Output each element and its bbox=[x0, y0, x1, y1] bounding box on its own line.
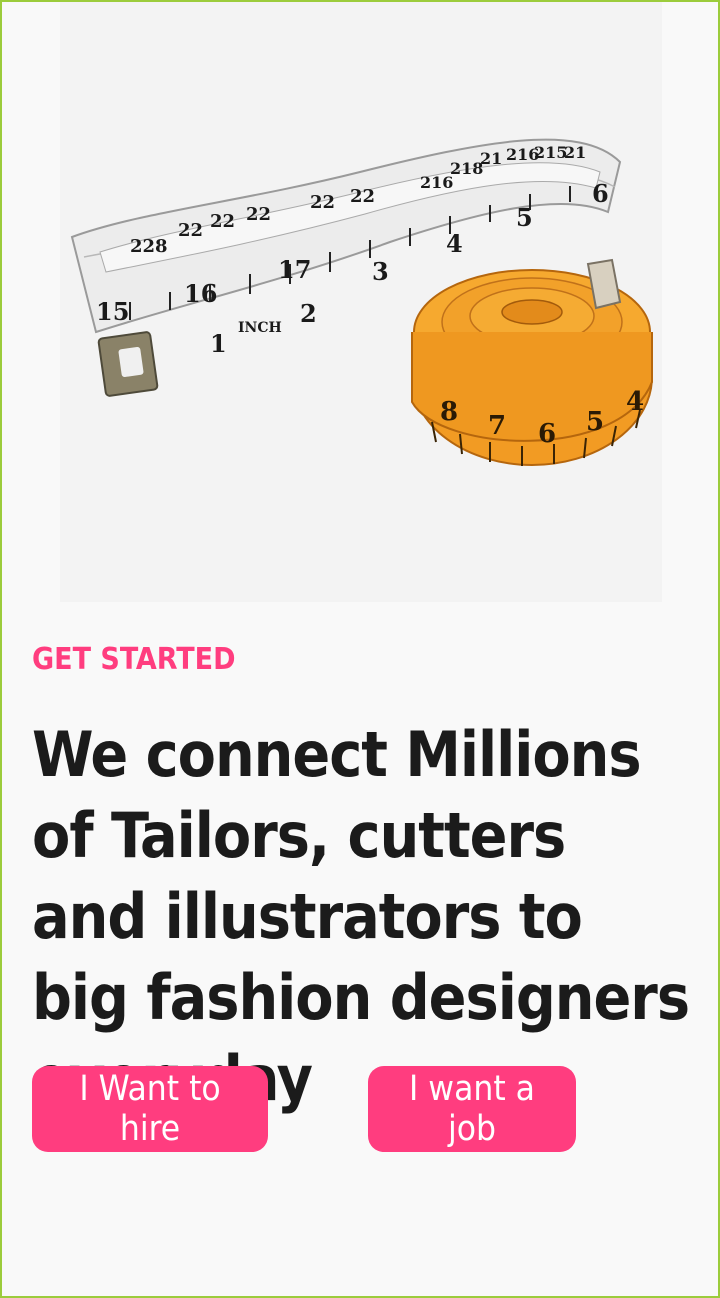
svg-text:22: 22 bbox=[350, 186, 375, 207]
svg-text:5: 5 bbox=[516, 203, 533, 232]
hero-image: 15 16 17 1 2 3 4 5 6 228 22 22 22 22 22 … bbox=[60, 2, 662, 602]
page-title: We connect Millions of Tailors, cutters … bbox=[32, 718, 690, 1115]
svg-text:22: 22 bbox=[310, 192, 335, 213]
svg-text:6: 6 bbox=[538, 419, 556, 449]
svg-text:16: 16 bbox=[184, 279, 217, 308]
svg-text:4: 4 bbox=[626, 387, 644, 417]
svg-text:22: 22 bbox=[210, 211, 235, 232]
job-button[interactable]: I want a job bbox=[368, 1066, 576, 1152]
svg-text:22: 22 bbox=[178, 220, 203, 241]
svg-text:7: 7 bbox=[488, 411, 506, 441]
svg-text:5: 5 bbox=[586, 407, 604, 437]
svg-text:216: 216 bbox=[420, 173, 453, 192]
svg-text:21: 21 bbox=[480, 149, 502, 168]
svg-text:1: 1 bbox=[210, 329, 227, 358]
svg-text:21: 21 bbox=[564, 143, 586, 162]
tape-measure-icon: 15 16 17 1 2 3 4 5 6 228 22 22 22 22 22 … bbox=[70, 138, 653, 466]
svg-text:15: 15 bbox=[96, 297, 129, 326]
svg-text:2: 2 bbox=[300, 299, 317, 328]
svg-text:INCH: INCH bbox=[238, 320, 282, 336]
svg-text:215: 215 bbox=[534, 143, 567, 162]
svg-text:17: 17 bbox=[278, 255, 311, 284]
svg-text:8: 8 bbox=[440, 397, 458, 427]
svg-text:22: 22 bbox=[246, 204, 271, 225]
eyebrow-label: GET STARTED bbox=[32, 642, 236, 677]
onboarding-screen: 15 16 17 1 2 3 4 5 6 228 22 22 22 22 22 … bbox=[2, 2, 718, 1296]
svg-text:218: 218 bbox=[450, 159, 483, 178]
svg-text:4: 4 bbox=[446, 229, 463, 258]
svg-text:228: 228 bbox=[130, 236, 168, 257]
svg-text:3: 3 bbox=[372, 257, 389, 286]
svg-text:6: 6 bbox=[592, 179, 609, 208]
hire-button[interactable]: I Want to hire bbox=[32, 1066, 268, 1152]
